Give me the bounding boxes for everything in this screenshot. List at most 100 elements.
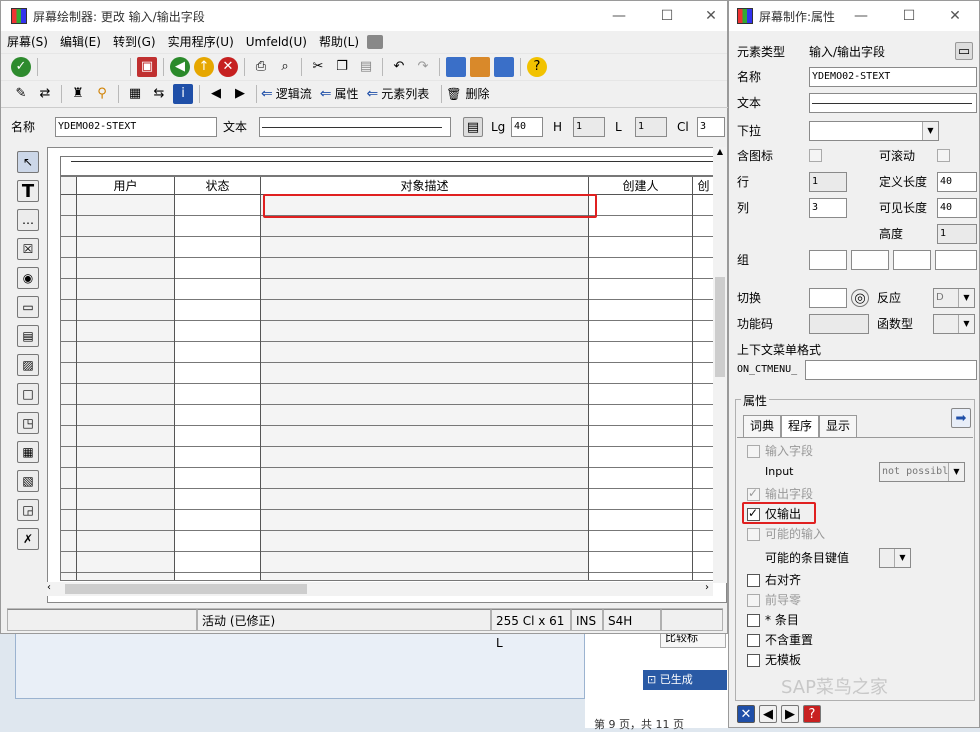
attr-minimize-button[interactable]: —: [839, 1, 883, 31]
height-input[interactable]: 1: [573, 117, 605, 137]
help-icon[interactable]: ?: [527, 56, 547, 77]
grid-column-header[interactable]: 对象描述: [261, 177, 588, 195]
row-input[interactable]: 1: [809, 172, 847, 192]
input-mode-select[interactable]: not possibl ▼: [879, 462, 965, 482]
cut-icon[interactable]: ✂: [308, 57, 328, 77]
visible-length-input[interactable]: 40: [937, 198, 977, 218]
grid-cell[interactable]: [61, 216, 76, 237]
no-reset-checkbox[interactable]: [747, 634, 760, 647]
column-input[interactable]: 3: [697, 117, 725, 137]
input-field-tool-icon[interactable]: …: [17, 209, 39, 231]
custom-control-tool-icon[interactable]: ◲: [17, 499, 39, 521]
text-input[interactable]: [259, 117, 451, 137]
menu-goto[interactable]: 转到(G): [107, 31, 162, 53]
possible-entry-key-select[interactable]: ▼: [879, 548, 911, 568]
output-field-checkbox[interactable]: [747, 486, 760, 501]
grid-cell[interactable]: [61, 447, 76, 468]
maximize-button[interactable]: ☐: [645, 1, 689, 31]
prop-name-input[interactable]: YDEMO02-STEXT: [809, 67, 977, 87]
vertical-scrollbar[interactable]: ▲: [713, 147, 727, 583]
group-input-3[interactable]: [893, 250, 931, 270]
grid-cell[interactable]: [61, 531, 76, 552]
length-input[interactable]: 40: [511, 117, 543, 137]
undo-icon[interactable]: ↶: [389, 57, 409, 77]
grid-cell[interactable]: [61, 384, 76, 405]
function-code-input[interactable]: [809, 314, 869, 334]
dictionary-text-icon[interactable]: ▤: [463, 117, 483, 137]
switch-input[interactable]: [809, 288, 847, 308]
info-icon[interactable]: i: [173, 83, 193, 104]
grid-column-header[interactable]: 用户: [77, 177, 174, 195]
grid-cell[interactable]: [61, 237, 76, 258]
copy-icon[interactable]: ❐: [332, 57, 352, 77]
table-wizard-icon[interactable]: ▧: [17, 470, 39, 492]
layout-icon-1[interactable]: [446, 56, 466, 77]
scrollable-checkbox[interactable]: [937, 149, 950, 162]
edit-mode-icon[interactable]: ✎: [11, 84, 31, 104]
grid-column-header[interactable]: 创: [693, 177, 713, 195]
line-input[interactable]: 1: [635, 117, 667, 137]
menu-utilities[interactable]: 实用程序(U): [162, 31, 240, 53]
grid-cell[interactable]: [61, 405, 76, 426]
menu-edit[interactable]: 编辑(E): [54, 31, 107, 53]
element-list-button[interactable]: ⇐ 元素列表: [367, 85, 430, 102]
navigate-icon[interactable]: ⇆: [149, 84, 169, 104]
context-menu-input[interactable]: [805, 360, 977, 380]
pointer-tool-icon[interactable]: ↖: [17, 151, 39, 173]
grid-cell[interactable]: [61, 489, 76, 510]
box-tool-icon[interactable]: □: [17, 383, 39, 405]
attr-maximize-button[interactable]: ☐: [887, 1, 931, 31]
checkbox-tool-icon[interactable]: ☒: [17, 238, 39, 260]
magic-wand-icon[interactable]: ⚲: [92, 84, 112, 104]
prop-text-input[interactable]: [809, 93, 977, 113]
find-icon[interactable]: ⌕: [275, 57, 295, 77]
subscreen-tool-icon[interactable]: ◳: [17, 412, 39, 434]
table-control-tool-icon[interactable]: ▦: [17, 441, 39, 463]
defined-length-input[interactable]: 40: [937, 172, 977, 192]
group-input-4[interactable]: [935, 250, 977, 270]
tabstrip-wizard-icon[interactable]: ▨: [17, 354, 39, 376]
cancel-icon[interactable]: ✕: [218, 56, 238, 77]
grid-cell[interactable]: [61, 510, 76, 531]
paste-icon[interactable]: ▤: [356, 57, 376, 77]
layout-icon-3[interactable]: [494, 56, 514, 77]
enter-icon[interactable]: ✓: [11, 56, 31, 77]
pushbutton-tool-icon[interactable]: ▭: [17, 296, 39, 318]
next-tab-arrow-icon[interactable]: ➡: [951, 408, 971, 428]
back-icon[interactable]: ◀: [170, 56, 190, 77]
function-type-select[interactable]: ▼: [933, 314, 975, 334]
input-field-checkbox[interactable]: [747, 445, 760, 458]
height-prop-input[interactable]: 1: [937, 224, 977, 244]
minimize-button[interactable]: —: [597, 1, 641, 31]
no-template-checkbox[interactable]: [747, 654, 760, 667]
grid-cell[interactable]: [61, 258, 76, 279]
menu-environment[interactable]: Umfeld(U): [240, 31, 313, 53]
tab-display[interactable]: 显示: [819, 415, 858, 437]
delete-element-icon[interactable]: ?: [803, 705, 821, 723]
grid-cell[interactable]: [61, 363, 76, 384]
grid-cell[interactable]: [61, 342, 76, 363]
group-input-2[interactable]: [851, 250, 889, 270]
print-icon[interactable]: ⎙: [251, 57, 271, 77]
save-icon[interactable]: ▣: [137, 56, 157, 77]
close-attributes-icon[interactable]: ✕: [737, 705, 755, 723]
grid-cell[interactable]: [61, 300, 76, 321]
next-icon[interactable]: ▶: [230, 84, 250, 104]
status-icon-tool-icon[interactable]: ✗: [17, 528, 39, 550]
grid-column-header[interactable]: 状态: [175, 177, 260, 195]
tab-dictionary[interactable]: 词典: [743, 415, 782, 437]
grid-cell[interactable]: [61, 321, 76, 342]
redo-icon[interactable]: ↷: [413, 57, 433, 77]
previous-icon[interactable]: ◀: [206, 84, 226, 104]
command-field-icon[interactable]: [44, 57, 124, 77]
radio-button-tool-icon[interactable]: ◉: [17, 267, 39, 289]
tab-program[interactable]: 程序: [781, 415, 820, 437]
possible-input-checkbox[interactable]: [747, 528, 760, 541]
delete-button[interactable]: 🗑 删除: [446, 85, 489, 102]
prev-element-icon[interactable]: ◀: [759, 705, 777, 723]
text-field-tool-icon[interactable]: T: [17, 180, 39, 202]
next-element-icon[interactable]: ▶: [781, 705, 799, 723]
name-input[interactable]: YDEMO02-STEXT: [55, 117, 217, 137]
column-prop-input[interactable]: 3: [809, 198, 847, 218]
grid-cell[interactable]: [61, 552, 76, 573]
